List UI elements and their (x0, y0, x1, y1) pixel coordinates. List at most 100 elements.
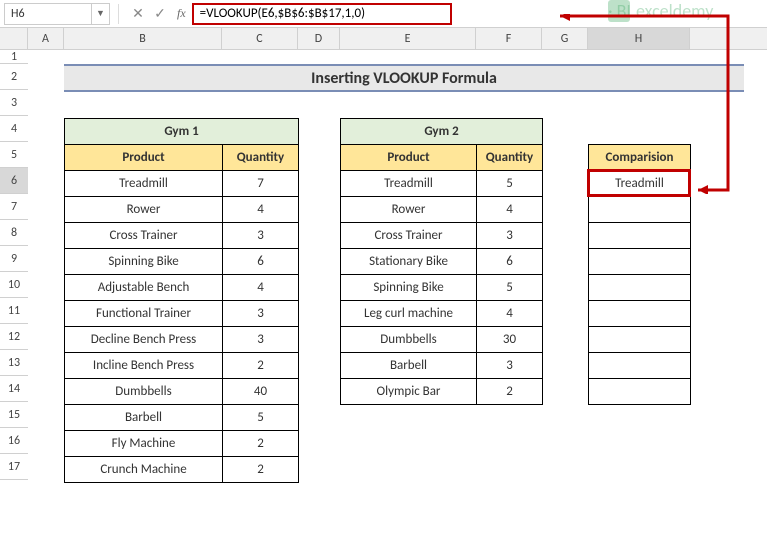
table-row[interactable]: Stationary Bike6 (341, 249, 543, 275)
row-header-6[interactable]: 6 (0, 168, 28, 194)
formula-input[interactable] (200, 6, 444, 21)
confirm-button[interactable]: ✓ (149, 3, 171, 25)
cell[interactable]: 3 (477, 353, 543, 379)
table-row[interactable] (589, 249, 691, 275)
cell[interactable]: Barbell (341, 353, 477, 379)
table-row[interactable]: Dumbbells40 (65, 379, 299, 405)
cell[interactable]: 4 (223, 275, 299, 301)
cell[interactable]: Olympic Bar (341, 379, 477, 405)
cell[interactable]: Incline Bench Press (65, 353, 223, 379)
cell[interactable]: Dumbbells (65, 379, 223, 405)
table-row[interactable] (589, 197, 691, 223)
table-row[interactable]: Leg curl machine4 (341, 301, 543, 327)
cell[interactable]: Adjustable Bench (65, 275, 223, 301)
cell[interactable]: 3 (477, 223, 543, 249)
cell[interactable]: 2 (477, 379, 543, 405)
table-row[interactable] (589, 353, 691, 379)
column-header-H[interactable]: H (588, 28, 690, 49)
cell[interactable]: Cross Trainer (65, 223, 223, 249)
cell[interactable]: 4 (223, 197, 299, 223)
row-header-16[interactable]: 16 (0, 428, 28, 454)
column-header-C[interactable]: C (222, 28, 298, 49)
cell[interactable] (589, 301, 691, 327)
cell[interactable]: Stationary Bike (341, 249, 477, 275)
table-row[interactable]: Barbell5 (65, 405, 299, 431)
table-row[interactable]: Dumbbells30 (341, 327, 543, 353)
row-header-3[interactable]: 3 (0, 90, 28, 116)
select-all-corner[interactable] (0, 28, 28, 50)
table-row[interactable]: Decline Bench Press3 (65, 327, 299, 353)
cell[interactable]: Crunch Machine (65, 457, 223, 483)
row-header-15[interactable]: 15 (0, 402, 28, 428)
row-header-1[interactable]: 1 (0, 50, 28, 64)
table-row[interactable]: Treadmill5 (341, 171, 543, 197)
cell[interactable]: 7 (223, 171, 299, 197)
cell[interactable]: 5 (223, 405, 299, 431)
row-header-14[interactable]: 14 (0, 376, 28, 402)
row-header-17[interactable]: 17 (0, 454, 28, 480)
column-header-A[interactable]: A (28, 28, 64, 49)
cell[interactable]: Dumbbells (341, 327, 477, 353)
cell[interactable]: Fly Machine (65, 431, 223, 457)
cell[interactable]: Barbell (65, 405, 223, 431)
column-header-F[interactable]: F (476, 28, 542, 49)
cell[interactable]: 6 (223, 249, 299, 275)
row-header-9[interactable]: 9 (0, 246, 28, 272)
cell[interactable]: Rower (65, 197, 223, 223)
table-row[interactable]: Functional Trainer3 (65, 301, 299, 327)
table-row[interactable]: Spinning Bike6 (65, 249, 299, 275)
cell[interactable]: Spinning Bike (65, 249, 223, 275)
table-row[interactable]: Incline Bench Press2 (65, 353, 299, 379)
cell[interactable]: Spinning Bike (341, 275, 477, 301)
cell[interactable] (589, 197, 691, 223)
cell[interactable]: Treadmill (65, 171, 223, 197)
table-row[interactable] (589, 301, 691, 327)
row-header-10[interactable]: 10 (0, 272, 28, 298)
table-row[interactable]: Adjustable Bench4 (65, 275, 299, 301)
table-row[interactable] (589, 223, 691, 249)
table-row[interactable]: Rower4 (341, 197, 543, 223)
name-box-dropdown[interactable]: ▼ (92, 3, 110, 25)
cell[interactable]: 40 (223, 379, 299, 405)
column-header-E[interactable]: E (340, 28, 476, 49)
cell[interactable]: 6 (477, 249, 543, 275)
cell[interactable] (589, 379, 691, 405)
table-row[interactable]: Olympic Bar2 (341, 379, 543, 405)
cell[interactable] (589, 275, 691, 301)
column-header-G[interactable]: G (542, 28, 588, 49)
row-header-7[interactable]: 7 (0, 194, 28, 220)
cell[interactable]: Cross Trainer (341, 223, 477, 249)
row-header-13[interactable]: 13 (0, 350, 28, 376)
fx-icon[interactable]: fx (177, 6, 186, 21)
row-header-4[interactable]: 4 (0, 116, 28, 142)
cell[interactable] (589, 249, 691, 275)
table-row[interactable] (589, 379, 691, 405)
name-box[interactable]: H6 (4, 3, 92, 25)
table-row[interactable] (589, 275, 691, 301)
table-row[interactable]: Cross Trainer3 (65, 223, 299, 249)
column-header-D[interactable]: D (298, 28, 340, 49)
row-header-5[interactable]: 5 (0, 142, 28, 168)
row-header-8[interactable]: 8 (0, 220, 28, 246)
cell[interactable]: 5 (477, 275, 543, 301)
table-row[interactable]: Treadmill7 (65, 171, 299, 197)
cell[interactable]: Treadmill (589, 171, 691, 197)
table-row[interactable]: Cross Trainer3 (341, 223, 543, 249)
table-row[interactable]: Spinning Bike5 (341, 275, 543, 301)
cell[interactable]: 3 (223, 301, 299, 327)
cell[interactable]: 2 (223, 353, 299, 379)
cell[interactable]: 4 (477, 301, 543, 327)
cell[interactable]: Functional Trainer (65, 301, 223, 327)
row-header-2[interactable]: 2 (0, 64, 28, 90)
cell[interactable]: Rower (341, 197, 477, 223)
cell[interactable]: 4 (477, 197, 543, 223)
cancel-button[interactable]: ✕ (127, 3, 149, 25)
table-row[interactable]: Treadmill (589, 171, 691, 197)
row-header-12[interactable]: 12 (0, 324, 28, 350)
cell[interactable]: Leg curl machine (341, 301, 477, 327)
cell[interactable]: 30 (477, 327, 543, 353)
cell[interactable]: 3 (223, 327, 299, 353)
cell[interactable]: Decline Bench Press (65, 327, 223, 353)
table-row[interactable]: Barbell3 (341, 353, 543, 379)
cell[interactable]: 5 (477, 171, 543, 197)
